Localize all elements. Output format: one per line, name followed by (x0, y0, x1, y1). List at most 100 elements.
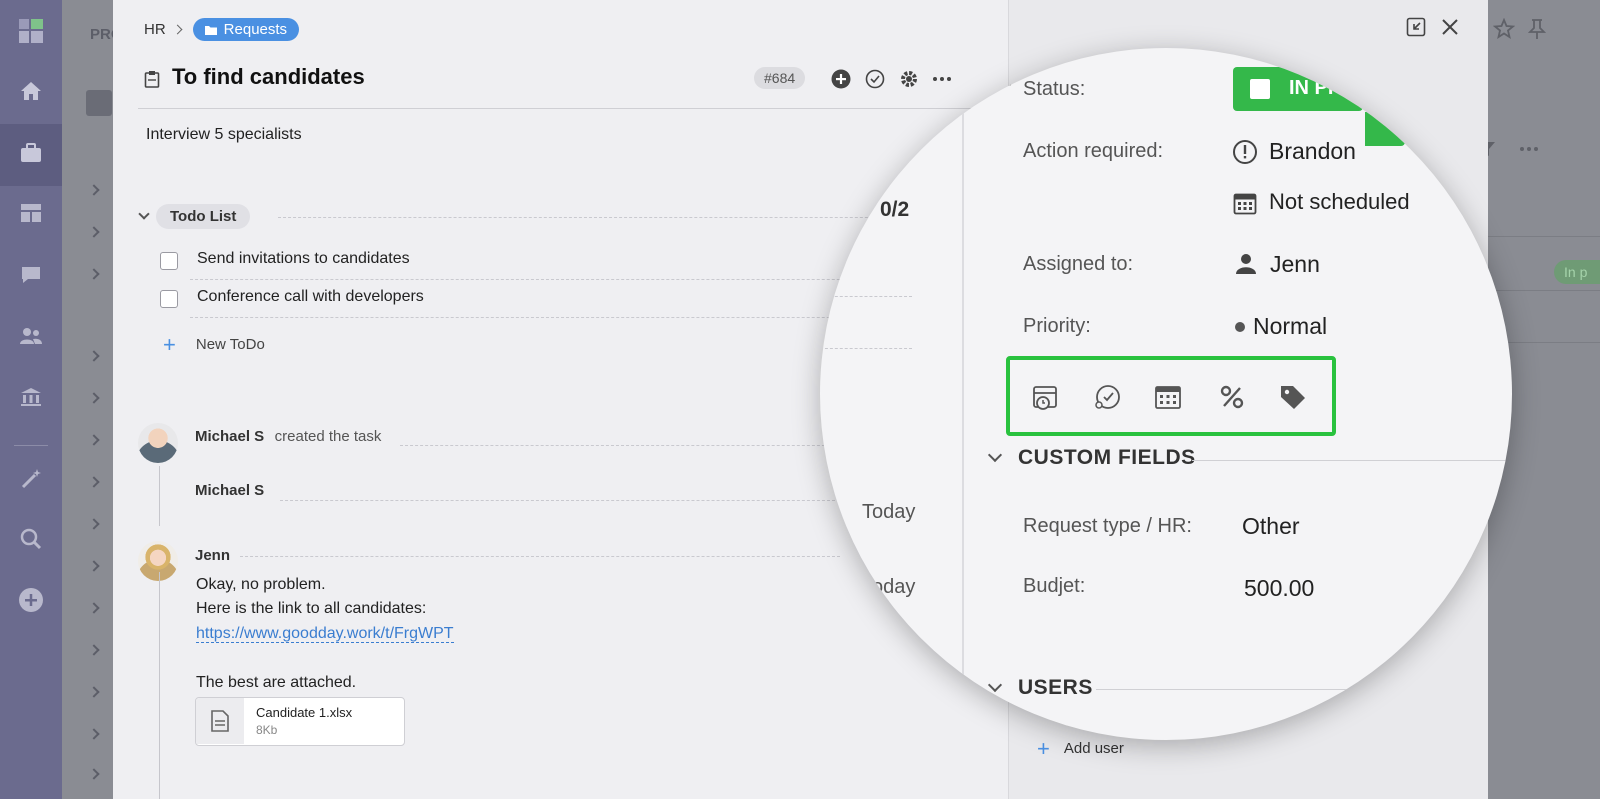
chevron-down-icon (987, 677, 1003, 693)
chevron-right-icon (88, 226, 100, 238)
request-type-value[interactable]: Other (1242, 513, 1300, 540)
more-icon[interactable] (1518, 138, 1540, 160)
assigned-value[interactable]: Jenn (1270, 251, 1320, 278)
app-sidebar (0, 0, 62, 799)
activity-author[interactable]: Michael S (195, 482, 264, 499)
budget-label: Budjet: (1023, 575, 1086, 597)
bank-icon[interactable] (18, 384, 44, 410)
action-required-value[interactable]: Brandon (1269, 138, 1356, 165)
add-user-button[interactable]: + Add user (1037, 735, 1124, 761)
avatar[interactable] (138, 423, 178, 463)
todo-item-label[interactable]: Conference call with developers (197, 288, 424, 306)
calendar-icon (1233, 191, 1257, 220)
request-type-label: Request type / HR: (1023, 515, 1192, 537)
chevron-down-icon[interactable] (1004, 74, 1016, 86)
breadcrumb-root[interactable]: HR (144, 21, 166, 38)
activity-time: oday (872, 576, 916, 598)
deadline-icon[interactable] (1031, 382, 1061, 412)
new-todo-button[interactable]: + New ToDo (163, 333, 265, 355)
chevron-right-icon (88, 602, 100, 614)
assigned-label: Assigned to: (1023, 253, 1134, 275)
todo-item: Conference call with developers (160, 280, 920, 318)
briefcase-icon[interactable] (18, 140, 44, 166)
star-icon[interactable] (1493, 18, 1515, 40)
todo-checkbox[interactable] (160, 252, 178, 270)
todo-list-title: Todo List (156, 204, 251, 229)
chevron-right-icon (88, 434, 100, 446)
activity-author[interactable]: Michael S (195, 428, 264, 445)
message-link[interactable]: https://www.goodday.work/t/FrgWPT (196, 625, 454, 643)
attachment-name: Candidate 1.xlsx (256, 705, 353, 720)
pin-icon[interactable] (1526, 18, 1548, 40)
priority-dot-icon (1235, 322, 1245, 332)
chevron-down-icon (987, 447, 1003, 463)
chevron-right-icon (88, 184, 100, 196)
file-icon (196, 698, 244, 744)
schedule-value[interactable]: Not scheduled (1269, 189, 1410, 215)
todo-progress: 0/2 (880, 198, 910, 221)
page-title: To find candidates (172, 64, 365, 89)
message-line: The best are attached. (196, 674, 357, 691)
todo-checkbox[interactable] (160, 290, 178, 308)
breadcrumb-folder[interactable]: Requests (192, 18, 300, 41)
dashboard-icon[interactable] (18, 200, 44, 226)
users-icon[interactable] (18, 323, 44, 349)
custom-fields-header[interactable]: CUSTOM FIELDS (987, 446, 1196, 470)
status-badge: In p (1554, 260, 1600, 284)
avatar[interactable] (138, 541, 178, 581)
chevron-right-icon (88, 392, 100, 404)
activity-time: Today (862, 501, 916, 523)
todo-list-header: Todo List (138, 204, 918, 230)
magnifier-lens: 0/2 Today oday Status: IN PR Action requ… (820, 48, 1512, 740)
chevron-right-icon (88, 728, 100, 740)
search-icon[interactable] (18, 526, 44, 552)
attachment-card[interactable]: Candidate 1.xlsx 8Kb (195, 697, 405, 746)
users-header[interactable]: USERS (987, 676, 1093, 700)
user-icon (1235, 253, 1257, 280)
calendar-icon[interactable] (1153, 382, 1183, 412)
chevron-right-icon (88, 560, 100, 572)
activity-created: Michael S created the task (195, 428, 381, 446)
estimate-icon[interactable] (1092, 382, 1122, 412)
action-required-label: Action required: (1023, 140, 1164, 162)
status-dropdown-button[interactable] (1365, 112, 1405, 146)
chevron-right-icon (88, 350, 100, 362)
chevron-down-icon[interactable] (138, 208, 150, 220)
todo-item: Send invitations to candidates (160, 242, 920, 280)
chevron-right-icon (88, 686, 100, 698)
clipboard-icon (144, 70, 160, 93)
bank-icon (86, 90, 112, 116)
chevron-right-icon (88, 476, 100, 488)
home-icon[interactable] (18, 78, 44, 104)
alert-icon (1232, 139, 1258, 170)
priority-value[interactable]: Normal (1253, 313, 1327, 340)
minimize-icon[interactable] (1405, 16, 1427, 38)
message-line: Here is the link to all candidates: (196, 600, 427, 617)
chevron-right-icon (88, 268, 100, 280)
priority-label: Priority: (1023, 315, 1091, 337)
todo-item-label[interactable]: Send invitations to candidates (197, 250, 410, 268)
folder-icon (204, 25, 217, 35)
tag-icon[interactable] (1278, 382, 1308, 412)
logo-icon[interactable] (18, 18, 44, 44)
activity-text: created the task (274, 428, 382, 445)
chevron-right-icon (88, 644, 100, 656)
task-number-badge: #684 (754, 67, 806, 89)
message-author[interactable]: Jenn (195, 547, 230, 564)
breadcrumb: HR Requests (144, 18, 300, 41)
status-label: Status: (1023, 78, 1086, 100)
sidebar-separator (14, 445, 48, 446)
magic-wand-icon[interactable] (18, 466, 44, 492)
status-button[interactable]: IN PR (1233, 67, 1363, 111)
close-icon[interactable] (1439, 16, 1461, 38)
attachment-size: 8Kb (256, 723, 278, 737)
chevron-right-icon (88, 518, 100, 530)
budget-value[interactable]: 500.00 (1244, 575, 1314, 602)
plus-circle-icon[interactable] (18, 587, 44, 613)
message-line: Okay, no problem. (196, 576, 326, 593)
percent-icon[interactable] (1217, 382, 1247, 412)
plus-icon: + (1037, 735, 1050, 761)
chat-icon[interactable] (18, 262, 44, 288)
chevron-right-icon (88, 768, 100, 780)
task-description[interactable]: Interview 5 specialists (146, 126, 302, 144)
